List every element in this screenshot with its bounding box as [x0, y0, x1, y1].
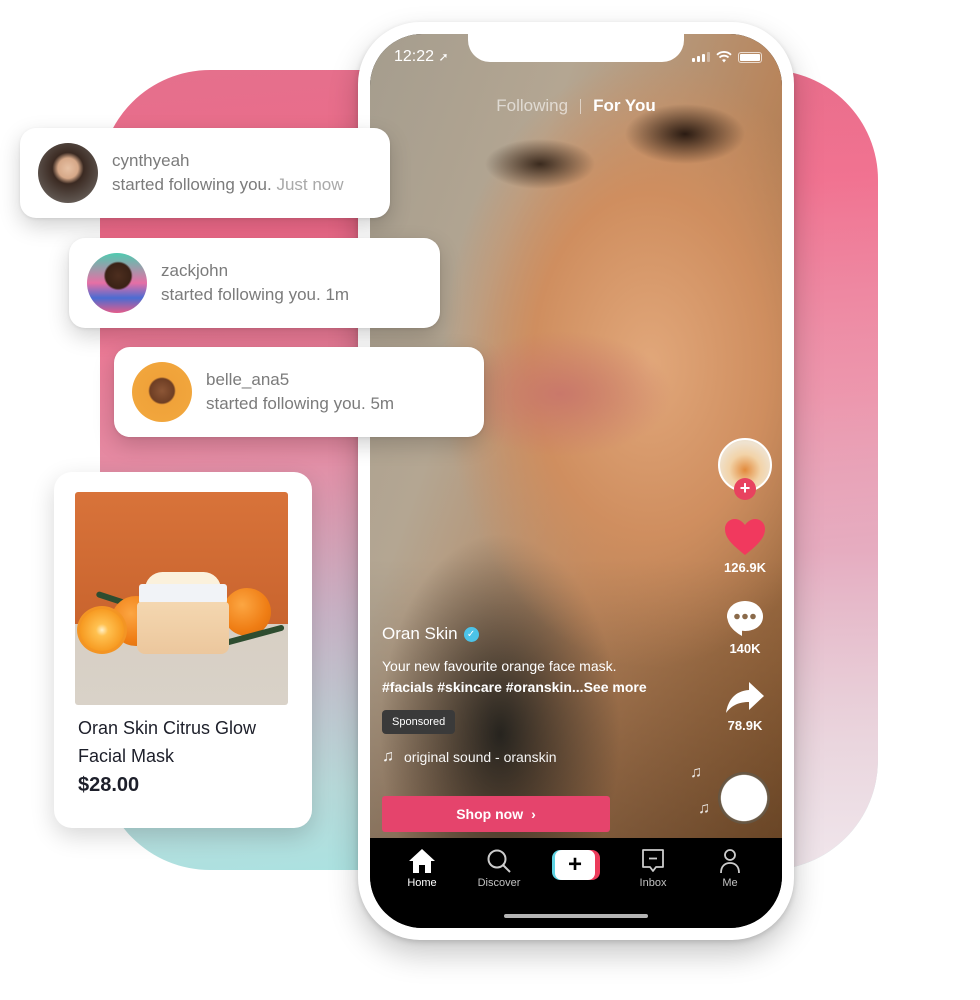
shop-now-label: Shop now	[456, 806, 524, 822]
verified-badge-icon: ✓	[463, 626, 479, 642]
phone-frame: 12:22 ➚ Following For You + 126.9K 140K …	[358, 22, 794, 940]
like-count: 126.9K	[724, 560, 766, 575]
creator-name-text[interactable]: Oran Skin	[382, 624, 458, 644]
share-action[interactable]: 78.9K	[725, 680, 765, 733]
location-arrow-icon: ➚	[438, 50, 449, 64]
sponsored-badge: Sponsored	[382, 710, 456, 734]
nav-home[interactable]: Home	[392, 848, 452, 889]
status-time: 12:22 ➚	[394, 48, 449, 66]
nav-inbox[interactable]: Inbox	[623, 848, 683, 889]
product-price: $28.00	[78, 774, 140, 796]
avatar	[132, 362, 192, 422]
phone-screen: 12:22 ➚ Following For You + 126.9K 140K …	[370, 34, 782, 928]
music-note-icon: ♫	[690, 764, 702, 781]
nav-me[interactable]: Me	[700, 848, 760, 889]
avatar	[38, 143, 98, 203]
video-description: Your new favourite orange face mask.	[382, 658, 617, 674]
notification-message: started following you.	[112, 175, 272, 194]
nav-discover-label: Discover	[477, 877, 521, 889]
notification-username: cynthyeah	[112, 151, 190, 170]
share-icon[interactable]	[725, 680, 765, 714]
like-action[interactable]: 126.9K	[724, 518, 766, 575]
notification-card[interactable]: belle_ana5 started following you. 5m	[114, 347, 484, 437]
tab-divider	[580, 98, 582, 114]
video-hashtags[interactable]: #facials #skincare #oranskin...See more	[382, 677, 702, 698]
wifi-icon	[716, 51, 732, 63]
creator-avatar[interactable]: +	[718, 438, 772, 500]
notification-time: Just now	[276, 175, 344, 194]
music-note-icon: ♫	[698, 800, 710, 817]
comment-icon[interactable]	[725, 599, 765, 637]
product-card[interactable]: Oran Skin Citrus Glow Facial Mask $28.00	[54, 472, 312, 828]
battery-icon	[738, 51, 762, 63]
search-icon	[487, 849, 511, 873]
sound-text[interactable]: original sound - oranskin	[404, 749, 557, 765]
tab-following[interactable]: Following	[496, 96, 568, 116]
create-plus-icon[interactable]: +	[552, 850, 600, 880]
comment-action[interactable]: 140K	[725, 599, 765, 656]
nav-create[interactable]: +	[546, 848, 606, 889]
notification-username: belle_ana5	[206, 370, 290, 389]
music-note-icon: ♫	[382, 748, 394, 765]
notification-message: started following you.	[161, 285, 321, 304]
feed-tabs: Following For You	[370, 96, 782, 116]
home-indicator	[504, 914, 648, 918]
sound-info[interactable]: ♫ original sound - oranskin	[382, 748, 702, 766]
avatar	[87, 253, 147, 313]
share-count: 78.9K	[727, 718, 763, 733]
nav-discover[interactable]: Discover	[469, 848, 529, 889]
notification-username: zackjohn	[161, 261, 229, 280]
home-icon	[409, 849, 435, 873]
nav-home-label: Home	[407, 877, 437, 889]
time-text: 12:22	[394, 48, 435, 65]
tab-for-you[interactable]: For You	[593, 96, 656, 116]
nav-me-label: Me	[722, 877, 738, 889]
inbox-icon	[642, 849, 664, 872]
status-icons	[692, 51, 762, 63]
video-caption: Oran Skin ✓ Your new favourite orange fa…	[382, 624, 702, 766]
notification-card[interactable]: cynthyeah started following you. Just no…	[20, 128, 390, 218]
creator-name[interactable]: Oran Skin ✓	[382, 624, 702, 644]
notification-card[interactable]: zackjohn started following you. 1m	[69, 238, 440, 328]
nav-inbox-label: Inbox	[639, 877, 667, 889]
product-image[interactable]	[75, 492, 288, 705]
plus-icon[interactable]: +	[734, 478, 756, 500]
music-disc-icon[interactable]	[718, 772, 770, 824]
notification-message: started following you.	[206, 394, 366, 413]
shop-now-button[interactable]: Shop now ›	[382, 796, 610, 832]
profile-icon	[720, 849, 740, 874]
heart-icon[interactable]	[724, 518, 766, 556]
notification-time: 5m	[370, 394, 395, 413]
chevron-right-icon: ›	[531, 806, 536, 822]
side-actions: + 126.9K 140K 78.9K	[712, 438, 778, 733]
bottom-nav: Home Discover + Inbox Me	[370, 838, 782, 928]
notification-time: 1m	[325, 285, 350, 304]
signal-icon	[692, 52, 710, 62]
phone-notch	[468, 34, 684, 62]
comment-count: 140K	[729, 641, 761, 656]
product-name: Oran Skin Citrus Glow Facial Mask	[78, 718, 257, 766]
